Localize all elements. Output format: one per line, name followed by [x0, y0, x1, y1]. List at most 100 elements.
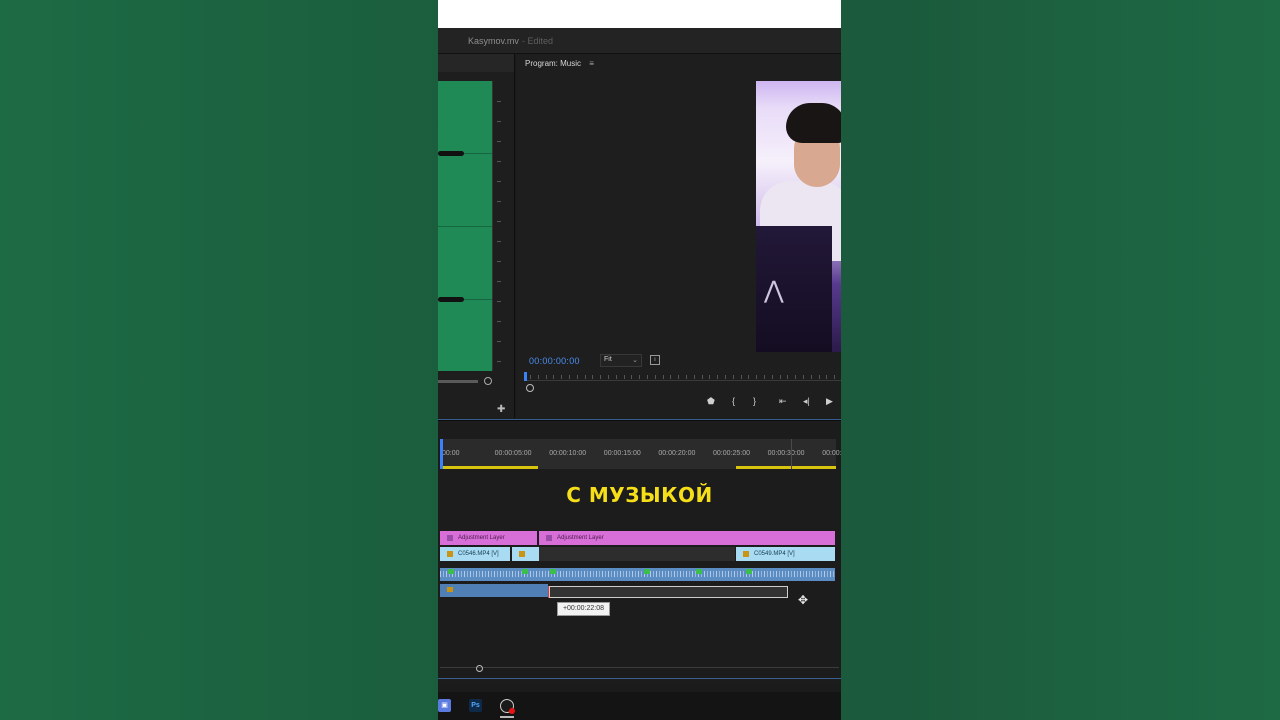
video-clip[interactable]: C0549.MP4 [V] [736, 547, 835, 561]
edited-label: - Edited [522, 36, 554, 46]
scrubber-tick [740, 375, 742, 379]
scrubber-tick [787, 375, 789, 379]
zoom-handle[interactable] [484, 377, 492, 385]
fx-icon [447, 535, 453, 541]
drag-cursor-icon: ✥ [798, 593, 809, 607]
fx-icon [696, 569, 702, 574]
scrubber-tick [670, 375, 672, 379]
scrubber-tick [678, 375, 680, 379]
playhead-timecode[interactable]: 00:00:00:00 [529, 356, 580, 366]
scroll-handle[interactable] [476, 665, 483, 672]
scrubber-tick [561, 375, 563, 379]
audio-waveform-display [438, 81, 492, 371]
scrubber-tick [686, 375, 687, 379]
scrubber-tick [717, 375, 719, 379]
scrubber-tick [584, 375, 586, 379]
zoom-bar [438, 380, 478, 383]
scrubber-tick [803, 375, 804, 379]
ruler-label: 00:00:35:00 [822, 450, 841, 457]
clip-label: Adjustment Layer [458, 535, 505, 541]
project-title: Kasymov.mv [468, 36, 519, 46]
product-box: ⋀ [756, 226, 832, 352]
ruler-label: 00:00:15:00 [603, 450, 641, 457]
adjustment-layer-clip[interactable]: Adjustment Layer [440, 531, 537, 545]
music-clip[interactable] [440, 584, 548, 597]
scrubber-tick [810, 375, 812, 379]
video-clip[interactable] [512, 547, 539, 561]
adjustment-layer-clip[interactable]: Adjustment Layer [539, 531, 835, 545]
photoshop-icon[interactable]: Ps [469, 699, 482, 712]
add-button-icon[interactable]: ✚ [497, 404, 505, 415]
add-marker-icon[interactable]: ⬟ [707, 396, 715, 407]
fx-icon [522, 569, 528, 574]
scrubber-tick [615, 375, 617, 379]
play-button[interactable]: ▶ [826, 396, 833, 407]
panel-menu-icon[interactable]: ≡ [589, 59, 594, 68]
video-caption: С МУЗЫКОЙ [566, 483, 713, 507]
waveform-peak [438, 297, 464, 302]
scrubber-tick [764, 375, 765, 379]
scrubber-tick [732, 375, 734, 379]
timeline-zoom-scroll[interactable] [438, 665, 841, 672]
program-monitor: Program: Music ≡ ⋀ 00:00:00:00 Fit ⌄ ı ⬟… [516, 54, 841, 418]
channel-divider [438, 226, 492, 227]
panel-focus-line [438, 419, 841, 420]
source-zoom-scroll[interactable] [438, 377, 502, 385]
mark-out-button[interactable]: } [753, 396, 756, 406]
timeline-playhead[interactable] [440, 439, 443, 469]
scrubber-tick [576, 375, 578, 379]
program-scrubber[interactable] [524, 372, 841, 381]
fx-icon [447, 587, 453, 592]
zoom-fit-select[interactable]: Fit ⌄ [600, 354, 642, 367]
ruler-label: 00:00:20:00 [658, 450, 696, 457]
active-app-indicator [500, 716, 514, 718]
title-bar: Kasymov.mv - Edited [438, 28, 841, 54]
fit-value: Fit [604, 356, 612, 363]
fx-icon [644, 569, 650, 574]
fx-icon [550, 569, 556, 574]
screen-recorder-icon[interactable] [500, 699, 515, 714]
fx-icon [546, 535, 552, 541]
scrubber-tick [795, 375, 797, 379]
ruler-label: 00:00 [442, 450, 460, 457]
fx-icon [447, 551, 453, 557]
go-to-in-button[interactable]: ⇤ [779, 396, 787, 407]
work-area-marker [791, 439, 792, 469]
scrubber-tick [834, 375, 836, 379]
scrubber-tick [530, 375, 531, 379]
top-bar [438, 0, 841, 28]
video-clip[interactable]: C0546.MP4 [V] [440, 547, 510, 561]
ruler-label: 00:00:25:00 [713, 450, 750, 457]
scrubber-tick [631, 375, 633, 379]
audio-clip[interactable] [440, 568, 835, 581]
scrubber-tick [608, 375, 609, 379]
level-ruler [492, 81, 503, 371]
timeline-panel: 00:00 00:00:05:00 00:00:10:00 00:00:15:00 00… [438, 419, 841, 683]
mark-in-button[interactable]: { [732, 396, 735, 406]
scrubber-tick [592, 375, 594, 379]
premiere-screen: Kasymov.mv - Edited ✚ Program: Music ≡ ⋀… [438, 0, 841, 720]
dragged-clip-outline[interactable] [549, 586, 788, 598]
rog-logo-icon: ⋀ [764, 277, 784, 304]
scrubber-tick [600, 375, 602, 379]
program-monitor-header[interactable]: Program: Music ≡ [525, 59, 594, 68]
scrubber-tick [826, 375, 828, 379]
scrubber-tick [553, 375, 555, 379]
step-back-button[interactable]: ◂| [803, 396, 810, 407]
source-tab[interactable] [438, 54, 514, 72]
scrubber-tick [709, 375, 711, 379]
scrub-zoom-handle[interactable] [526, 384, 534, 392]
playhead-marker[interactable] [524, 372, 527, 381]
drag-offset-tooltip: +00:00:22:08 [557, 602, 610, 616]
settings-wrench-icon[interactable]: ı [650, 355, 660, 365]
taskbar: ▣ Ps [438, 692, 841, 720]
scrubber-tick [623, 375, 625, 379]
scrubber-tick [647, 375, 648, 379]
fx-icon [746, 569, 752, 574]
premiere-app-icon[interactable]: ▣ [438, 699, 451, 712]
fx-icon [743, 551, 749, 557]
clip-label: C0549.MP4 [V] [754, 551, 795, 557]
timeline-ruler[interactable]: 00:00 00:00:05:00 00:00:10:00 00:00:15:00 00… [440, 439, 841, 469]
ruler-label: 00:00:30:00 [767, 450, 805, 457]
scrubber-tick [654, 375, 656, 379]
